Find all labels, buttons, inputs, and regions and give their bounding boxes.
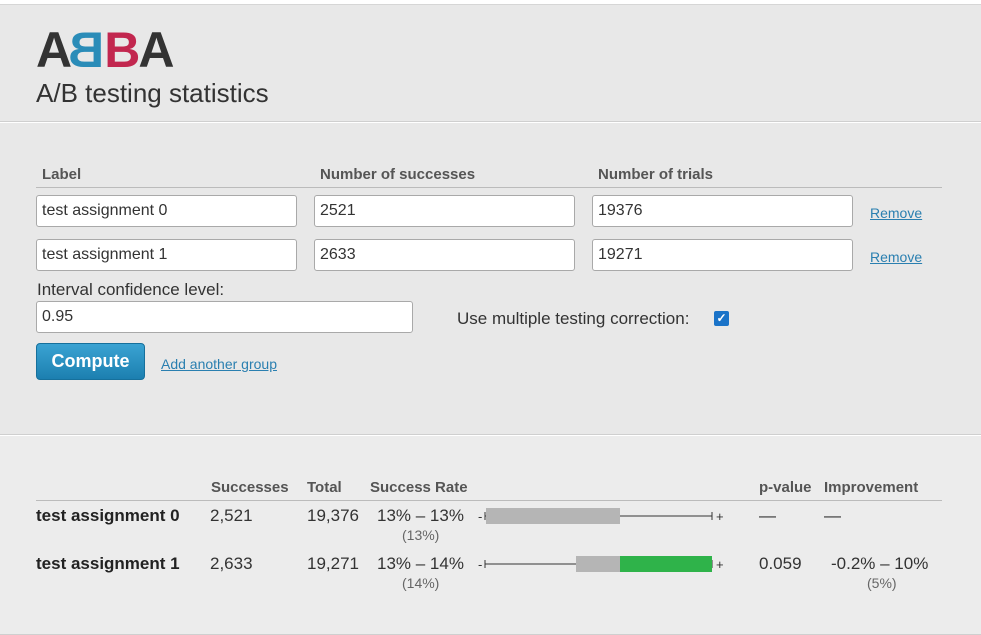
group-1-remove-link[interactable]: Remove [870, 249, 922, 265]
successes-column-header: Number of successes [320, 166, 476, 183]
row-1-improvement: -0.2% – 10% [831, 554, 929, 573]
row-1-successes: 2,633 [210, 554, 253, 573]
input-form: Label Number of successes Number of tria… [0, 123, 981, 435]
row-1-rate-range: 13% – 14% [377, 554, 464, 573]
multiple-testing-label: Use multiple testing correction: [457, 309, 690, 328]
results-table: Successes Total Success Rate p-value Imp… [0, 436, 981, 635]
row-1-interval-bar-overlap [576, 556, 620, 572]
confidence-level-label: Interval confidence level: [37, 280, 225, 299]
total-header: Total [307, 479, 342, 496]
row-0-improvement: — [824, 506, 841, 525]
row-1-viz-plus: + [716, 557, 724, 572]
add-group-link[interactable]: Add another group [161, 356, 277, 372]
row-0-rate-range: 13% – 13% [377, 506, 464, 525]
group-0-successes-input[interactable]: 2521 [314, 195, 575, 227]
successes-header: Successes [211, 479, 289, 496]
group-1-trials-input[interactable]: 19271 [592, 239, 853, 271]
row-0-label: test assignment 0 [36, 506, 180, 525]
header: ABBA A/B testing statistics [0, 4, 981, 122]
row-1-label: test assignment 1 [36, 554, 180, 573]
row-0-successes: 2,521 [210, 506, 253, 525]
group-0-remove-link[interactable]: Remove [870, 205, 922, 221]
compute-button[interactable]: Compute [36, 343, 145, 380]
row-0-pvalue: — [759, 506, 776, 525]
pvalue-header: p-value [759, 479, 812, 496]
header-divider [36, 187, 942, 188]
row-1-total: 19,271 [307, 554, 359, 573]
group-1-successes-input[interactable]: 2633 [314, 239, 575, 271]
group-1-label-input[interactable]: test assignment 1 [36, 239, 297, 271]
row-1-viz-minus: - [478, 557, 482, 572]
abba-logo: ABBA [36, 22, 174, 78]
row-0-total: 19,376 [307, 506, 359, 525]
label-column-header: Label [42, 166, 82, 183]
abba-page: ABBA A/B testing statistics Label Number… [0, 0, 981, 635]
group-0-trials-input[interactable]: 19376 [592, 195, 853, 227]
row-1-interval-bar-improvement [620, 556, 712, 572]
confidence-level-input[interactable]: 0.95 [36, 301, 413, 333]
row-1-improvement-point: (5%) [867, 575, 897, 591]
row-0-viz-plus: + [716, 509, 724, 524]
row-0-interval-bar [486, 508, 620, 524]
row-0-viz-minus: - [478, 509, 482, 524]
row-1-pvalue: 0.059 [759, 554, 802, 573]
success-rate-header: Success Rate [370, 479, 468, 496]
improvement-header: Improvement [824, 479, 919, 496]
row-0-interval-chart: - + [478, 508, 724, 524]
row-1-interval-chart: - + [478, 556, 724, 572]
page-subtitle: A/B testing statistics [36, 78, 269, 108]
results-header-divider [36, 500, 942, 501]
group-0-label-input[interactable]: test assignment 0 [36, 195, 297, 227]
row-1-rate-point: (14%) [402, 575, 440, 591]
trials-column-header: Number of trials [598, 166, 714, 183]
multiple-testing-checkbox[interactable]: ✓ [714, 311, 729, 326]
row-0-rate-point: (13%) [402, 527, 440, 543]
